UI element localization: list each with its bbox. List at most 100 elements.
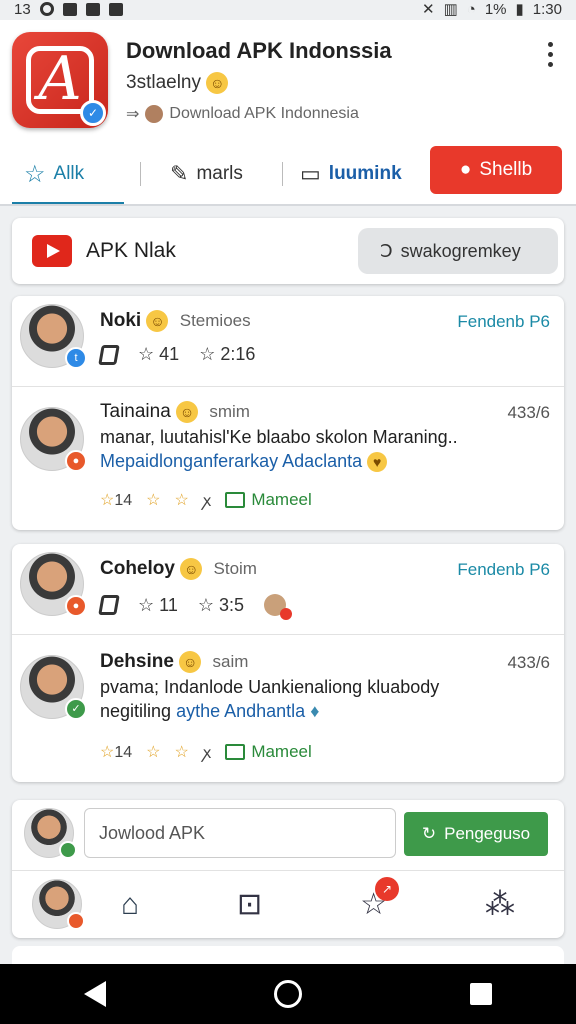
composer-row: Jowlood APK ↻ Pengeguso: [12, 800, 564, 868]
header-divider: [0, 204, 576, 206]
smile-emoji-icon: ☺: [206, 72, 229, 94]
duration-stat[interactable]: ☆ 2:16: [199, 344, 255, 365]
star-outline-icon: ☆: [199, 344, 216, 364]
app-icon[interactable]: A ✓: [12, 32, 108, 128]
duration-value: 3:5: [219, 594, 245, 615]
hexagon-icon: [98, 344, 120, 365]
apps-grid-icon[interactable]: ⁂: [485, 887, 515, 922]
star-outline-icon: ☆: [138, 344, 155, 364]
tab-divider: [282, 162, 283, 186]
search-button[interactable]: Ↄ swakogremkey: [358, 228, 558, 274]
flame-badge-icon: ●: [65, 595, 87, 617]
recent-apps-icon[interactable]: [470, 983, 492, 1005]
comment-input[interactable]: Jowlood APK: [84, 808, 396, 858]
share-button[interactable]: ● Shellb: [430, 146, 562, 194]
post-line-1: manar, luutahisl'Ke blaabo skolon Marani…: [100, 427, 458, 447]
user-tag: Stemioes: [179, 311, 251, 331]
close-icon[interactable]: ꭗ: [203, 489, 211, 511]
mark-button[interactable]: Mameel: [225, 490, 312, 510]
likes-stat[interactable]: ☆ 41: [138, 344, 179, 365]
post-link[interactable]: aythe Andhantla: [176, 701, 305, 721]
user-tag: smim: [209, 402, 250, 422]
pen-icon: ✎: [170, 161, 189, 186]
browser-icon: ▭: [300, 161, 321, 186]
post-line-1: pvama; Indanlode Uankienaliong kluabody: [100, 677, 440, 697]
username[interactable]: Tainaina ☺ smim: [100, 401, 250, 423]
subtitle-text: 3stlaelny: [126, 72, 201, 94]
more-options-icon[interactable]: [546, 42, 554, 67]
source-text: Download APK Indonnesia: [169, 105, 359, 122]
likes-count: 11: [159, 594, 178, 615]
rating[interactable]: ☆14: [100, 490, 132, 510]
post-stats: ☆ 11 ☆ 3:5: [98, 594, 293, 620]
star-icon: ☆: [100, 744, 115, 761]
send-button[interactable]: ↻ Pengeguso: [404, 812, 548, 856]
avatar[interactable]: t: [20, 304, 87, 369]
inbox-icon[interactable]: ⊡: [237, 887, 262, 922]
battery-icon: ▮: [515, 1, 524, 18]
status-time-left: 13: [14, 0, 31, 18]
username[interactable]: Noki ☺ Stemioes: [100, 310, 251, 332]
follow-link[interactable]: Fendenb P6: [457, 560, 550, 580]
verified-icon: ✓: [80, 100, 106, 126]
star-outline-icon: ☆: [138, 594, 155, 615]
source-avatar: [145, 105, 164, 123]
reaction-bar: ☆14 ☆ ☆ ꭗ Mameel: [100, 741, 312, 763]
home-button-icon[interactable]: [274, 980, 302, 1008]
duration-stat[interactable]: ☆ 3:5: [198, 595, 244, 616]
likes-stat[interactable]: ☆ 11: [138, 595, 178, 616]
notification-badge: ↗: [375, 877, 400, 901]
username-text: Coheloy: [100, 558, 175, 580]
post-text: pvama; Indanlode Uankienaliong kluabody …: [100, 675, 550, 723]
post-card: t Noki ☺ Stemioes Fendenb P6 ☆ 41 ☆ 2:16…: [12, 296, 564, 530]
star-icon: ☆: [24, 160, 46, 188]
verified-badge-icon: t: [65, 347, 87, 369]
user-tag: Stoim: [213, 559, 257, 579]
emoji-icon: ☺: [176, 401, 199, 423]
post-item[interactable]: ✓ Dehsine ☺ saim 433/6 pvama; Indanlode …: [12, 634, 564, 782]
reaction-bar: ☆14 ☆ ☆ ꭗ Mameel: [100, 489, 312, 511]
username-text: Dehsine: [100, 651, 174, 673]
username-text: Tainaina: [100, 401, 171, 423]
avatar[interactable]: ●: [20, 552, 87, 617]
rating[interactable]: ☆14: [100, 742, 132, 762]
home-icon[interactable]: ⌂: [121, 888, 139, 922]
profile-avatar[interactable]: [32, 879, 85, 930]
share-label: Shellb: [479, 159, 533, 180]
app-notification-icon: [85, 2, 100, 16]
favorites-icon[interactable]: ☆ ↗: [360, 877, 400, 922]
avatar[interactable]: ✓: [20, 655, 87, 720]
star-icon[interactable]: ☆: [174, 490, 188, 510]
post-line-2-text: negitiling: [100, 701, 172, 721]
tab-all[interactable]: ☆ Allk: [24, 160, 84, 189]
channel-card: APK Nlak Ↄ swakogremkey: [12, 218, 564, 284]
post-link[interactable]: Mepaidlonganferarkay Adaclanta: [100, 451, 362, 471]
status-right: ✕ ▥ ◔ 1% ▮ 1:30: [422, 0, 562, 19]
source-link[interactable]: ⇒ Download APK Indonnesia: [126, 104, 359, 124]
close-icon[interactable]: ꭗ: [203, 741, 211, 763]
follow-link[interactable]: Fendenb P6: [457, 312, 550, 332]
my-avatar[interactable]: [24, 808, 77, 859]
user-tag: saim: [212, 652, 249, 672]
youtube-notification-icon: [108, 2, 123, 16]
mark-button[interactable]: Mameel: [225, 742, 312, 762]
post-item[interactable]: ● Coheloy ☺ Stoim Fendenb P6 ☆ 11 ☆ 3:5: [12, 544, 564, 634]
wifi-icon: ◔: [466, 0, 476, 18]
channel-info[interactable]: APK Nlak: [32, 235, 176, 267]
star-icon[interactable]: ☆: [174, 742, 188, 762]
star-icon[interactable]: ☆: [146, 490, 160, 510]
username[interactable]: Dehsine ☺ saim: [100, 651, 248, 673]
post-time: 433/6: [507, 403, 550, 422]
emoji-icon: ☺: [146, 310, 169, 332]
post-item[interactable]: ● Tainaina ☺ smim 433/6 manar, luutahisl…: [12, 386, 564, 530]
username[interactable]: Coheloy ☺ Stoim: [100, 558, 257, 580]
avatar[interactable]: ●: [20, 407, 87, 472]
tab-marls-label: marls: [196, 163, 243, 184]
back-icon[interactable]: [84, 981, 106, 1007]
tab-marls[interactable]: ✎ marls: [170, 161, 243, 187]
star-icon[interactable]: ☆: [146, 742, 160, 762]
status-left: 13: [14, 1, 123, 18]
mark-label: Mameel: [251, 742, 312, 761]
tab-luumink[interactable]: ▭ luumink: [300, 161, 402, 187]
post-item[interactable]: t Noki ☺ Stemioes Fendenb P6 ☆ 41 ☆ 2:16: [12, 296, 564, 386]
